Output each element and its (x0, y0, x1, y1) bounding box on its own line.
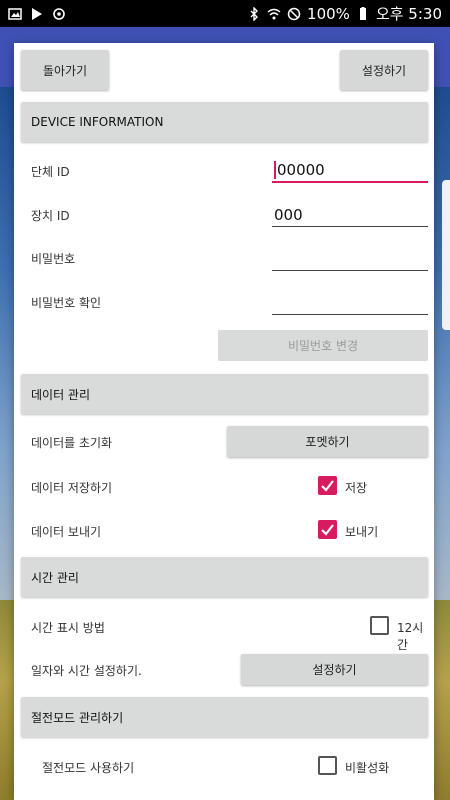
format-button[interactable]: 포멧하기 (227, 426, 428, 457)
section-data-management: 데이터 관리 (21, 374, 428, 414)
back-button[interactable]: 돌아가기 (21, 50, 109, 90)
text-caret (274, 161, 276, 179)
clock: 오후 5:30 (375, 5, 442, 23)
battery-percent: 100% (307, 4, 350, 23)
save-checkbox-label: 저장 (345, 481, 368, 495)
org-id-label: 단체 ID (31, 165, 70, 179)
datetime-settings-button[interactable]: 설정하기 (241, 654, 428, 685)
apply-settings-button[interactable]: 설정하기 (340, 50, 428, 90)
do-not-disturb-icon (287, 7, 301, 20)
device-id-value: 000 (274, 206, 303, 224)
reset-data-label: 데이터를 초기화 (31, 436, 113, 450)
checkmark-icon (321, 480, 334, 492)
password-input[interactable] (272, 245, 428, 271)
power-saving-disable-label: 비활성화 (345, 761, 390, 775)
settings-dialog: 돌아가기 설정하기 DEVICE INFORMATION 단체 ID 00000… (14, 43, 434, 800)
password-confirm-label: 비밀번호 확인 (31, 296, 102, 310)
checkmark-icon (321, 524, 334, 536)
sync-icon (53, 7, 65, 20)
save-data-label: 데이터 저장하기 (31, 481, 113, 495)
send-checkbox-label: 보내기 (345, 525, 379, 539)
section-power-saving: 절전모드 관리하기 (21, 697, 428, 737)
password-label: 비밀번호 (31, 252, 76, 266)
battery-icon (359, 6, 366, 20)
power-saving-label: 절전모드 사용하기 (42, 761, 135, 775)
time-display-label: 시간 표시 방법 (31, 621, 105, 635)
device-id-input[interactable]: 000 (272, 201, 428, 227)
password-confirm-input[interactable] (272, 289, 428, 315)
send-checkbox[interactable] (318, 520, 337, 539)
section-device-information: DEVICE INFORMATION (21, 102, 428, 142)
org-id-value: 00000 (277, 161, 325, 179)
hour12-checkbox[interactable] (370, 616, 389, 635)
play-store-icon (32, 7, 42, 20)
device-id-label: 장치 ID (31, 209, 70, 223)
status-bar: 100% 오후 5:30 (0, 0, 450, 27)
image-icon (8, 7, 22, 20)
change-password-button[interactable]: 비밀번호 변경 (218, 330, 428, 361)
wifi-icon (267, 8, 281, 19)
hour12-label: 12시간 (397, 621, 424, 652)
send-data-label: 데이터 보내기 (31, 525, 102, 539)
section-time-management: 시간 관리 (21, 557, 428, 597)
org-id-input[interactable]: 00000 (272, 157, 428, 183)
power-saving-disable-checkbox[interactable] (318, 756, 337, 775)
datetime-label: 일자와 시간 설정하기. (31, 664, 142, 678)
save-checkbox[interactable] (318, 476, 337, 495)
bluetooth-icon (250, 6, 259, 21)
background-card-edge (442, 180, 450, 330)
